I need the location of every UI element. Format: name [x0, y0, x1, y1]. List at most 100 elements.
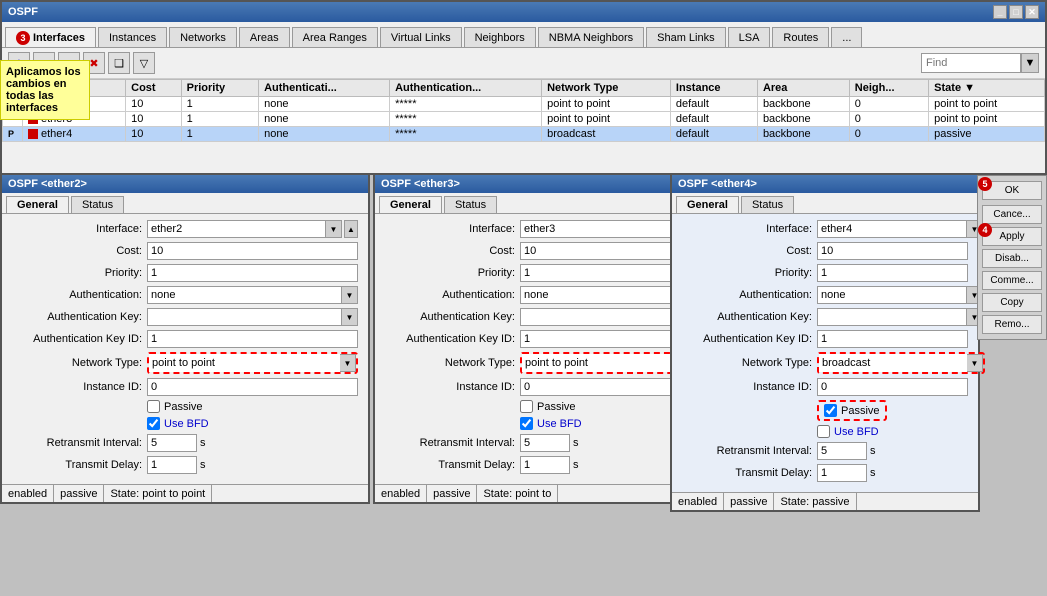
col-neigh[interactable]: Neigh... — [849, 80, 928, 97]
cell-area: backbone — [757, 97, 849, 112]
find-input[interactable] — [921, 53, 1021, 73]
cell-auth2: ***** — [390, 97, 542, 112]
col-network-type[interactable]: Network Type — [542, 80, 671, 97]
ether2-authkeyid-input[interactable] — [147, 330, 358, 348]
col-instance[interactable]: Instance — [670, 80, 757, 97]
disable-button[interactable]: Disab... — [982, 249, 1042, 268]
ether2-authkey-input[interactable] — [147, 308, 342, 326]
cancel-button[interactable]: Cance... — [982, 205, 1042, 224]
tab-neighbors[interactable]: Neighbors — [464, 27, 536, 47]
ether2-authkey-label: Authentication Key: — [12, 311, 142, 323]
ether3-instanceid-label: Instance ID: — [385, 381, 515, 393]
ether2-interface-label: Interface: — [12, 223, 142, 235]
ether2-retransmit-input[interactable] — [147, 434, 197, 452]
tab-sham-links[interactable]: Sham Links — [646, 27, 725, 47]
ether4-networktype-input[interactable] — [819, 354, 967, 372]
col-priority[interactable]: Priority — [181, 80, 258, 97]
tab-areas[interactable]: Areas — [239, 27, 290, 47]
ether2-transmitdelay-input[interactable] — [147, 456, 197, 474]
ether4-transmitdelay-input[interactable] — [817, 464, 867, 482]
tab-nbma-neighbors[interactable]: NBMA Neighbors — [538, 27, 644, 47]
close-button[interactable]: ✕ — [1025, 5, 1039, 19]
ether4-cost-row: Cost: — [682, 242, 968, 260]
col-area[interactable]: Area — [757, 80, 849, 97]
find-dropdown-button[interactable]: ▼ — [1021, 53, 1039, 73]
ether4-networktype-dropdown[interactable]: ▼ — [967, 354, 983, 372]
ether2-interface-row: Interface: ▼ ▲ — [12, 220, 358, 238]
tab-virtual-links[interactable]: Virtual Links — [380, 27, 462, 47]
ether3-retransmit-label: Retransmit Interval: — [385, 437, 515, 449]
tab-lsa[interactable]: LSA — [728, 27, 771, 47]
col-auth2[interactable]: Authentication... — [390, 80, 542, 97]
ether2-priority-label: Priority: — [12, 267, 142, 279]
ether2-tab-status[interactable]: Status — [71, 196, 124, 213]
tab-networks[interactable]: Networks — [169, 27, 237, 47]
ether4-retransmit-input[interactable] — [817, 442, 867, 460]
ether3-title: OSPF <ether3> — [381, 178, 460, 190]
ether2-cost-input[interactable] — [147, 242, 358, 260]
ether4-cost-input[interactable] — [817, 242, 968, 260]
ether4-authkey-input[interactable] — [817, 308, 967, 326]
comment-button[interactable]: Comme... — [982, 271, 1042, 290]
ether2-networktype-input[interactable] — [149, 354, 340, 372]
ether3-tab-general[interactable]: General — [379, 196, 442, 213]
table-row-selected[interactable]: P ether4 10 1 none ***** broadcast defau… — [3, 127, 1045, 142]
ether2-priority-row: Priority: — [12, 264, 358, 282]
ether4-authkeyid-input[interactable] — [817, 330, 968, 348]
main-titlebar: OSPF _ □ ✕ — [2, 2, 1045, 22]
ether3-authkey-label: Authentication Key: — [385, 311, 515, 323]
ether2-networktype-label: Network Type: — [12, 357, 142, 369]
ether2-interface-input[interactable] — [147, 220, 326, 238]
col-cost[interactable]: Cost — [126, 80, 181, 97]
ether3-tab-status[interactable]: Status — [444, 196, 497, 213]
ether4-passive-checkbox[interactable] — [824, 404, 837, 417]
cell-cost: 10 — [126, 127, 181, 142]
ether3-bfd-checkbox[interactable] — [520, 417, 533, 430]
remove-right-button[interactable]: Remo... — [982, 315, 1042, 334]
tab-area-ranges[interactable]: Area Ranges — [292, 27, 378, 47]
ether3-retransmit-input[interactable] — [520, 434, 570, 452]
ether2-priority-input[interactable] — [147, 264, 358, 282]
ether2-auth-input[interactable] — [147, 286, 342, 304]
ether2-bfd-checkbox[interactable] — [147, 417, 160, 430]
ether4-tab-status[interactable]: Status — [741, 196, 794, 213]
ether4-instanceid-row: Instance ID: — [682, 378, 968, 396]
tab-more[interactable]: ... — [831, 27, 862, 47]
filter-button[interactable]: ▽ — [133, 52, 155, 74]
cell-auth2: ***** — [390, 127, 542, 142]
cell-auth: none — [259, 112, 390, 127]
ether2-instanceid-input[interactable] — [147, 378, 358, 396]
ether4-auth-input[interactable] — [817, 286, 967, 304]
ether4-tab-general[interactable]: General — [676, 196, 739, 213]
ether4-transmitdelay-label: Transmit Delay: — [682, 467, 812, 479]
maximize-button[interactable]: □ — [1009, 5, 1023, 19]
ether2-authkey-dropdown[interactable]: ▼ — [342, 308, 358, 326]
ether3-transmitdelay-unit: s — [573, 459, 579, 471]
ether4-retransmit-label: Retransmit Interval: — [682, 445, 812, 457]
col-auth[interactable]: Authenticati... — [259, 80, 390, 97]
ether2-networktype-dropdown[interactable]: ▼ — [340, 354, 356, 372]
main-tabs-bar: 3 Interfaces Instances Networks Areas Ar… — [2, 22, 1045, 48]
tab-interfaces[interactable]: 3 Interfaces — [5, 27, 96, 47]
ether4-window: OSPF <ether4> General Status Interface: … — [670, 173, 980, 512]
table-row[interactable]: ether3 10 1 none ***** point to point de… — [3, 112, 1045, 127]
ether2-passive-checkbox[interactable] — [147, 400, 160, 413]
ether4-bfd-checkbox[interactable] — [817, 425, 830, 438]
ether4-interface-input[interactable] — [817, 220, 967, 238]
ether2-interface-dropdown[interactable]: ▼ — [326, 220, 342, 238]
ether3-passive-checkbox[interactable] — [520, 400, 533, 413]
ether4-priority-input[interactable] — [817, 264, 968, 282]
table-row[interactable]: ether2 10 1 none ***** point to point de… — [3, 97, 1045, 112]
ether2-tab-general[interactable]: General — [6, 196, 69, 213]
copy-right-button[interactable]: Copy — [982, 293, 1042, 312]
ether4-instanceid-input[interactable] — [817, 378, 968, 396]
ether2-interface-scroll[interactable]: ▲ — [344, 220, 358, 238]
col-state[interactable]: State ▼ — [929, 80, 1045, 97]
tab-routes[interactable]: Routes — [772, 27, 829, 47]
tab-instances[interactable]: Instances — [98, 27, 167, 47]
cell-network-type: point to point — [542, 97, 671, 112]
ether3-transmitdelay-input[interactable] — [520, 456, 570, 474]
minimize-button[interactable]: _ — [993, 5, 1007, 19]
ether2-auth-dropdown[interactable]: ▼ — [342, 286, 358, 304]
copy-button[interactable]: ❑ — [108, 52, 130, 74]
